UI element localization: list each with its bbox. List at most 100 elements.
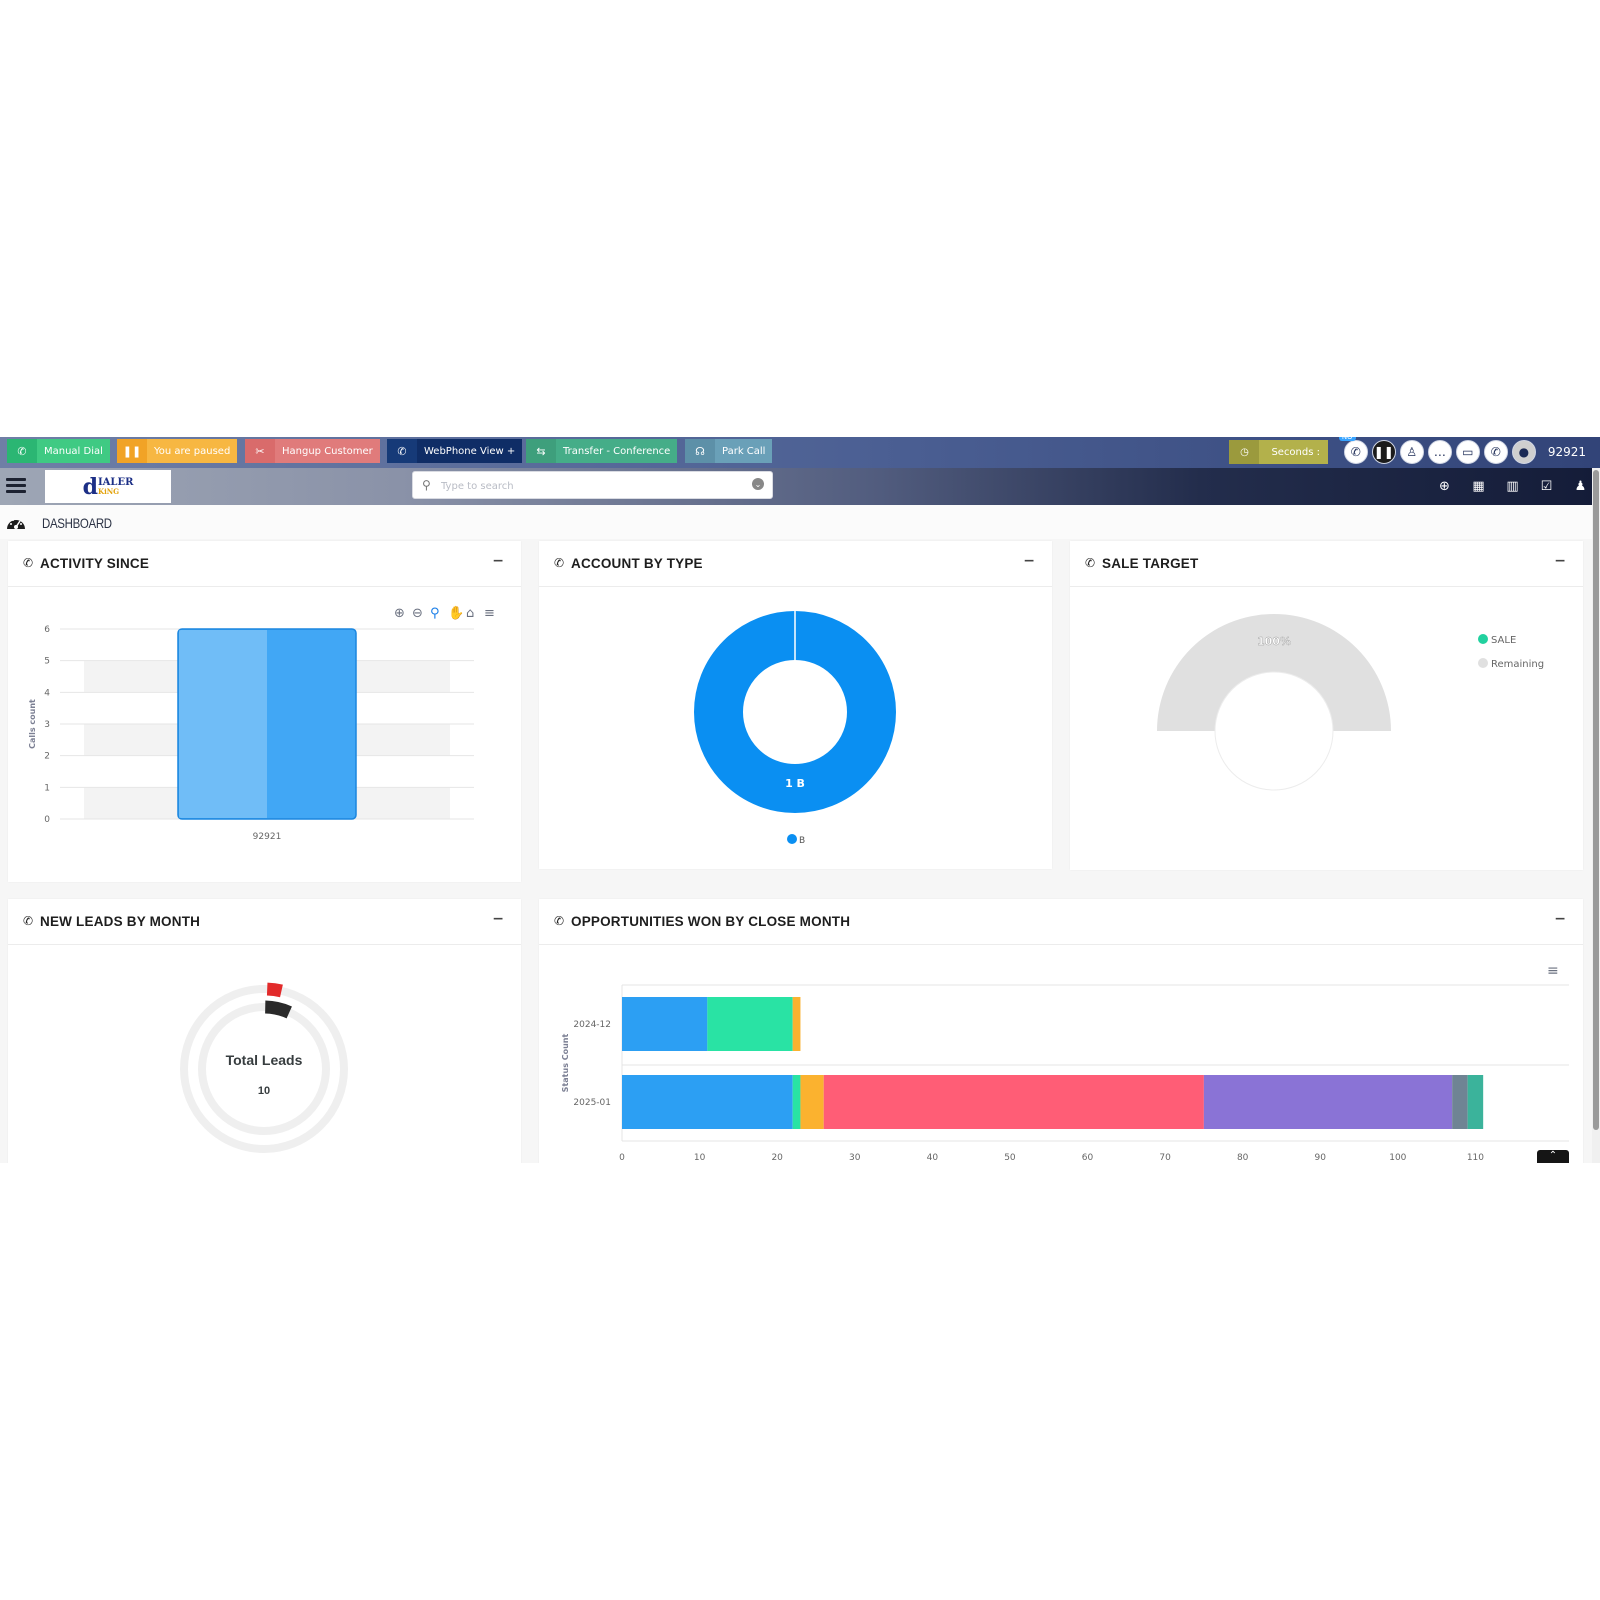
legend-label: B xyxy=(799,836,805,846)
chart-menu-icon[interactable]: ≡ xyxy=(484,606,495,621)
bar-highlight xyxy=(179,630,267,818)
panel-header: ✆ ACTIVITY SINCE − xyxy=(8,541,521,587)
y-axis-title: Status Count xyxy=(561,1034,570,1093)
phone-icon: ✆ xyxy=(387,439,417,463)
x-tick-label: 90 xyxy=(1315,1153,1327,1163)
bar-segment xyxy=(622,997,708,1051)
message-icon[interactable]: ▭ xyxy=(1455,440,1480,464)
calendar-icon[interactable]: ▦ xyxy=(1469,477,1488,496)
scrollbar[interactable] xyxy=(1592,468,1600,1163)
bar-segment xyxy=(707,997,793,1051)
menu-toggle-icon[interactable] xyxy=(6,478,26,494)
panel-title: SALE TARGET xyxy=(1102,556,1199,571)
pan-hand-icon[interactable]: ✋ xyxy=(448,605,464,621)
x-tick-label: 10 xyxy=(694,1153,706,1163)
manual-dial-button[interactable]: ✆ Manual Dial xyxy=(7,439,110,463)
minimize-button[interactable]: − xyxy=(492,553,504,569)
y-axis-title: Calls count xyxy=(28,699,37,749)
x-tick-label: 60 xyxy=(1082,1153,1094,1163)
account-by-type-panel: ✆ ACCOUNT BY TYPE − 1 B B xyxy=(539,541,1052,869)
bar-segment xyxy=(1467,1075,1484,1129)
page-title: DASHBOARD xyxy=(42,515,112,531)
panel-title: OPPORTUNITIES WON BY CLOSE MONTH xyxy=(571,914,851,929)
y-tick-label: 4 xyxy=(44,688,50,698)
new-leads-panel: ✆ NEW LEADS BY MONTH − Total Leads 10 xyxy=(8,899,521,1163)
x-tick-label: 110 xyxy=(1467,1153,1484,1163)
webphone-view-button[interactable]: ✆ WebPhone View + xyxy=(387,439,523,463)
y-tick-label: 5 xyxy=(44,657,50,667)
scrollbar-thumb[interactable] xyxy=(1593,470,1599,1130)
zoom-selection-icon[interactable]: ⚲ xyxy=(430,606,440,621)
panel-header: ✆ ACCOUNT BY TYPE − xyxy=(539,541,1052,587)
minimize-button[interactable]: − xyxy=(1554,553,1566,569)
y-tick-label: 2025-01 xyxy=(573,1098,611,1108)
minimize-button[interactable]: − xyxy=(492,911,504,927)
zoom-out-icon[interactable]: ⊖ xyxy=(412,606,423,621)
tasks-check-icon[interactable]: ☑ xyxy=(1537,477,1556,496)
logo[interactable]: d IALER KiNG xyxy=(45,470,171,503)
zoom-in-icon[interactable]: ⊕ xyxy=(394,606,405,621)
minimize-button[interactable]: − xyxy=(1554,911,1566,927)
bar-segment xyxy=(1203,1075,1453,1129)
leads-radial-chart: Total Leads 10 xyxy=(180,982,348,1153)
panel-header: ✆ OPPORTUNITIES WON BY CLOSE MONTH − xyxy=(539,899,1583,945)
outer-arc xyxy=(266,982,283,998)
search-icon: ⚲ xyxy=(422,478,431,492)
bar-segment xyxy=(800,1075,824,1129)
sale-target-gauge: 100% SALE Remaining xyxy=(1157,614,1544,791)
chat-icon[interactable]: … xyxy=(1427,440,1452,464)
legend-marker xyxy=(1478,634,1488,644)
logo-subtext: KiNG xyxy=(97,486,120,496)
hangup-icon: ✂ xyxy=(245,439,275,463)
hangup-customer-button[interactable]: ✂ Hangup Customer xyxy=(245,439,380,463)
callback-icon[interactable]: ✆ xyxy=(1483,440,1508,464)
x-tick-label: 92921 xyxy=(253,832,282,842)
dialer-app: ✆ Manual Dial ❚❚ You are paused ✂ Hangup… xyxy=(0,437,1600,1163)
minimize-button[interactable]: − xyxy=(1023,553,1035,569)
center-title: Total Leads xyxy=(226,1052,303,1068)
slice-label: 1 B xyxy=(785,777,805,790)
pause-button[interactable]: ❚❚ You are paused xyxy=(117,439,238,463)
avatar[interactable]: ● xyxy=(1511,440,1536,464)
add-icon[interactable]: ⊕ xyxy=(1435,477,1454,496)
gauge-value-label: 100% xyxy=(1257,635,1291,648)
park-icon: ☊ xyxy=(685,439,715,463)
search-box: ⚲ ⌄ xyxy=(412,471,773,499)
account-donut-chart: 1 B B xyxy=(694,611,896,846)
user-icon[interactable]: ♙ xyxy=(1399,440,1424,464)
legend-label: SALE xyxy=(1491,635,1516,646)
x-tick-label: 70 xyxy=(1159,1153,1171,1163)
park-call-button[interactable]: ☊ Park Call xyxy=(685,439,773,463)
phone-icon: ✆ xyxy=(1085,556,1096,570)
x-tick-label: 100 xyxy=(1389,1153,1406,1163)
breadcrumb: DASHBOARD xyxy=(0,505,1600,539)
phone-icon: ✆ xyxy=(23,556,34,570)
search-input[interactable] xyxy=(439,476,743,496)
opportunities-panel: ✆ OPPORTUNITIES WON BY CLOSE MONTH − 202… xyxy=(539,899,1583,1163)
phone-dial-icon: ✆ xyxy=(7,439,37,463)
transfer-conference-button[interactable]: ⇆ Transfer - Conference xyxy=(526,439,678,463)
activity-since-panel: ✆ ACTIVITY SINCE − 0 1 2 3 4 5 6 Calls count 929… xyxy=(8,541,521,882)
gauge-inner-ring xyxy=(1214,671,1334,791)
call-toolbar: ✆ Manual Dial ❚❚ You are paused ✂ Hangup… xyxy=(0,437,1600,468)
back-to-top-button[interactable]: ⌃ xyxy=(1537,1150,1569,1163)
panel-title: NEW LEADS BY MONTH xyxy=(40,914,201,929)
logo-text: IALER xyxy=(97,476,134,488)
legend-marker xyxy=(787,834,797,844)
reset-home-icon[interactable]: ⌂ xyxy=(466,606,474,621)
panel-header: ✆ NEW LEADS BY MONTH − xyxy=(8,899,521,945)
x-tick-label: 0 xyxy=(619,1153,625,1163)
record-icon[interactable]: ❚❚ xyxy=(1371,440,1396,464)
chevron-down-icon[interactable]: ⌄ xyxy=(752,478,764,490)
main-navbar: d IALERKiNG ⚲ ⌄ ⊕ ▦ ▥ ☑ ♟ xyxy=(0,468,1600,505)
phone-status-icon[interactable]: ✆ NO xyxy=(1338,437,1368,464)
center-value: 10 xyxy=(258,1085,270,1097)
status-badge: NO xyxy=(1338,437,1356,441)
y-tick-label: 6 xyxy=(44,625,50,635)
report-chart-icon[interactable]: ▥ xyxy=(1503,477,1522,496)
inner-track xyxy=(198,1003,330,1135)
profile-icon[interactable]: ♟ xyxy=(1571,477,1590,496)
chart-menu-icon[interactable]: ≡ xyxy=(1547,963,1559,979)
outer-track xyxy=(180,985,348,1153)
x-tick-label: 50 xyxy=(1004,1153,1016,1163)
